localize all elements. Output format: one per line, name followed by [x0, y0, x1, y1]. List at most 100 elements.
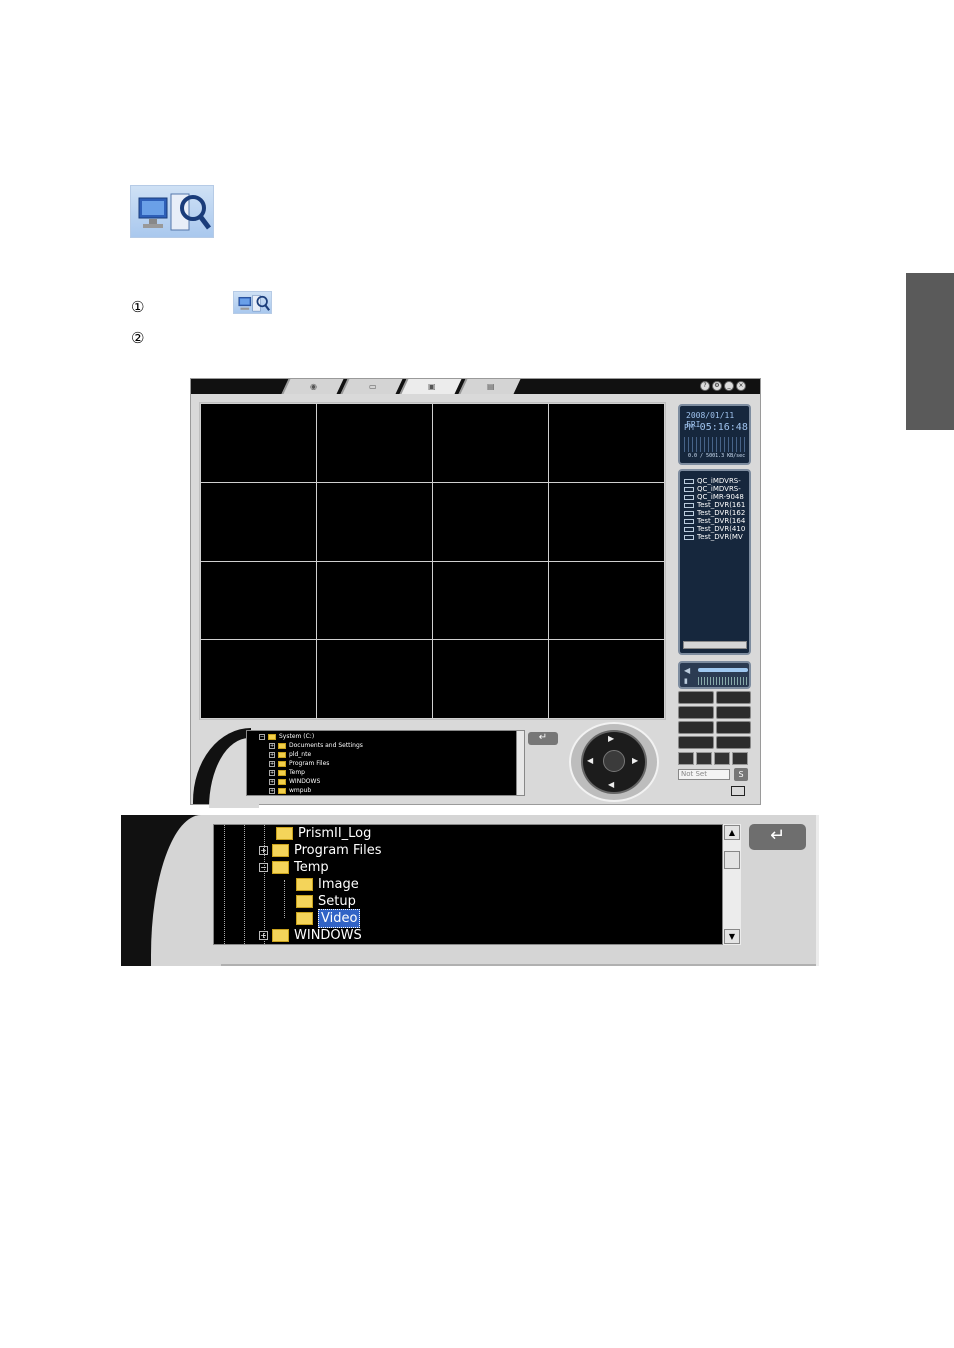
vertical-scrollbar[interactable]: ▲ ▼: [722, 824, 741, 945]
minimize-button[interactable]: _: [724, 381, 734, 391]
search-control-button[interactable]: [678, 691, 714, 704]
tree-item[interactable]: PrismII_Log: [276, 825, 371, 842]
search-control-button[interactable]: [678, 721, 714, 734]
video-channel[interactable]: [316, 560, 433, 641]
list-item[interactable]: Test_DVR(162: [684, 509, 748, 517]
apply-folder-button[interactable]: ↵: [749, 824, 806, 850]
folder-tree[interactable]: − System (C:) + Documents and Settings + pl…: [246, 730, 525, 796]
expand-icon[interactable]: +: [259, 931, 268, 940]
step-forward-icon[interactable]: ▶: [632, 756, 638, 765]
folder-icon: [278, 751, 286, 758]
list-item[interactable]: QC_iMR-9048: [684, 493, 748, 501]
clock-panel: 2008/01/11 FRI PM 05:16:48 0.0 / 5001.3 …: [678, 404, 751, 465]
dvr-icon: [684, 502, 694, 508]
resize-icon[interactable]: [731, 786, 745, 796]
horizontal-scrollbar[interactable]: [683, 641, 747, 649]
panel-edge: [809, 815, 819, 966]
dvr-icon: [684, 526, 694, 532]
wheel-center-button[interactable]: [603, 750, 625, 772]
folder-icon: [278, 760, 286, 767]
tree-item[interactable]: − System (C:): [259, 732, 314, 741]
tree-item[interactable]: + WINDOWS: [259, 927, 362, 944]
video-channel[interactable]: [200, 403, 317, 483]
collapse-icon[interactable]: −: [259, 863, 268, 872]
video-channel[interactable]: [432, 481, 549, 562]
step-back-icon[interactable]: ◀: [587, 756, 593, 765]
folder-icon: [272, 929, 289, 942]
clock-time: PM 05:16:48: [684, 422, 748, 433]
split-9-button[interactable]: [714, 752, 730, 765]
list-item[interactable]: QC_iMDVRS-: [684, 485, 748, 493]
search-mode-icon-small: [233, 291, 272, 314]
apply-folder-button[interactable]: ↵: [528, 732, 558, 745]
layout-select[interactable]: Not Set: [678, 769, 730, 780]
video-channel[interactable]: [548, 403, 665, 483]
folder-tree[interactable]: PrismII_Log + Program Files − Temp Image S…: [213, 824, 741, 945]
dvr-site-list[interactable]: QC_iMDVRS- QC_iMDVRS- QC_iMR-9048 Test_D…: [678, 469, 751, 655]
scroll-thumb[interactable]: [724, 851, 740, 869]
search-control-button[interactable]: [678, 736, 714, 749]
list-item[interactable]: Test_DVR(410: [684, 525, 748, 533]
tree-item[interactable]: + Program Files: [259, 842, 382, 859]
search-control-button[interactable]: [715, 721, 751, 734]
video-channel[interactable]: [200, 639, 317, 719]
search-window: ◉ ▭ ▣ ▤ ? ⚙ _ × 2008/01/11 FRI PM 05:16:…: [190, 378, 761, 808]
tree-item[interactable]: + wmpub: [269, 786, 311, 795]
monitor-search-icon: ▣: [427, 382, 436, 391]
panel-curve: [121, 815, 221, 966]
video-channel[interactable]: [200, 560, 317, 641]
backup-tab[interactable]: ▤: [458, 379, 521, 394]
volume-slider[interactable]: [698, 668, 748, 672]
play-icon[interactable]: ▶: [608, 734, 614, 743]
search-tab[interactable]: ▣: [399, 379, 462, 394]
tree-guide: [224, 825, 225, 944]
folder-icon: [278, 787, 286, 794]
search-control-button[interactable]: [715, 691, 751, 704]
tree-item[interactable]: − Temp: [259, 859, 329, 876]
tree-item[interactable]: Setup: [296, 893, 356, 910]
tree-item-selected[interactable]: Video: [296, 909, 361, 928]
split-1-button[interactable]: [678, 752, 694, 765]
tree-item[interactable]: + pld_nte: [269, 750, 311, 759]
folder-icon: [278, 769, 286, 776]
tree-item[interactable]: + Program Files: [269, 759, 329, 768]
video-channel[interactable]: [548, 481, 665, 562]
video-channel[interactable]: [316, 481, 433, 562]
close-button[interactable]: ×: [736, 381, 746, 391]
tree-item[interactable]: + Temp: [269, 768, 305, 777]
video-channel[interactable]: [316, 639, 433, 719]
scroll-up-button[interactable]: ▲: [724, 825, 740, 840]
folder-icon: [276, 827, 293, 840]
search-control-button[interactable]: [715, 736, 751, 749]
expand-icon[interactable]: +: [259, 846, 268, 855]
video-channel[interactable]: [316, 403, 433, 483]
list-item[interactable]: Test_DVR(MV: [684, 533, 748, 541]
keyboard-icon: ▭: [368, 382, 377, 391]
split-16-button[interactable]: [732, 752, 748, 765]
tree-item[interactable]: + WINDOWS: [269, 777, 320, 786]
reverse-icon[interactable]: ◀: [608, 780, 614, 789]
help-button[interactable]: ?: [700, 381, 710, 391]
video-channel[interactable]: [432, 639, 549, 719]
video-channel[interactable]: [432, 403, 549, 483]
search-control-button[interactable]: [678, 706, 714, 719]
video-channel[interactable]: [432, 560, 549, 641]
tree-item[interactable]: + Documents and Settings: [269, 741, 363, 750]
folder-tree-zoom: PrismII_Log + Program Files − Temp Image S…: [121, 815, 819, 966]
settings-button[interactable]: ⚙: [712, 381, 722, 391]
tree-item[interactable]: Image: [296, 876, 359, 893]
list-item[interactable]: Test_DVR(164: [684, 517, 748, 525]
live-view-tab[interactable]: ◉: [281, 379, 344, 394]
save-layout-button[interactable]: S: [734, 768, 748, 781]
search-control-button[interactable]: [715, 706, 751, 719]
video-channel[interactable]: [200, 481, 317, 562]
vertical-scrollbar[interactable]: [516, 731, 524, 795]
dvr-icon: [684, 518, 694, 524]
list-item[interactable]: Test_DVR(161: [684, 501, 748, 509]
list-item[interactable]: QC_iMDVRS-: [684, 477, 748, 485]
video-channel[interactable]: [548, 639, 665, 719]
video-channel[interactable]: [548, 560, 665, 641]
scroll-down-button[interactable]: ▼: [724, 929, 740, 944]
setup-tab[interactable]: ▭: [340, 379, 403, 394]
split-4-button[interactable]: [696, 752, 712, 765]
